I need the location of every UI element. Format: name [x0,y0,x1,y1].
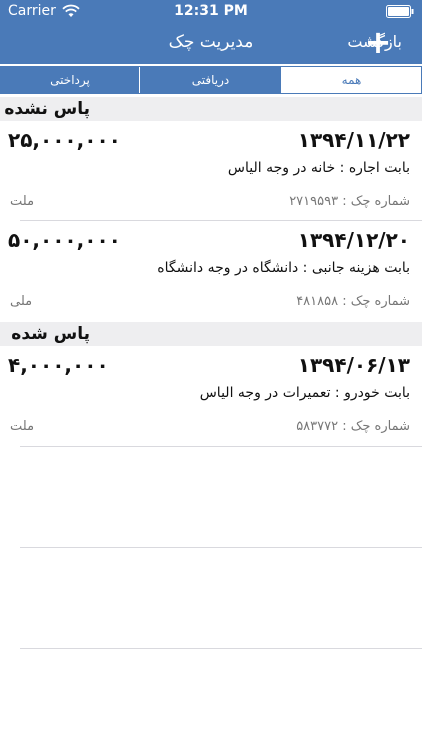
battery-icon [386,5,414,18]
check-number: شماره چک : ۵۸۳۷۷۲ [296,419,410,434]
section-header-passed: پاس شده [0,322,422,346]
status-time: 12:31 PM [174,3,248,19]
status-bar: Carrier 12:31 PM [0,0,422,22]
check-description: بابت هزینه جانبی : دانشگاه در وجه دانشگا… [157,260,410,276]
filter-segmented-control: پرداختی دریافتی همه [0,66,422,94]
check-row[interactable]: ۱۳۹۴/۰۶/۱۳ ۴,۰۰۰,۰۰۰ بابت خودرو : تعمیرا… [0,347,422,447]
check-bank: ملت [10,419,35,434]
row-separator [20,648,422,649]
check-amount: ۲۵,۰۰۰,۰۰۰ [8,128,121,152]
segment-received[interactable]: دریافتی [140,67,282,93]
segment-paid[interactable]: پرداختی [1,67,140,93]
back-button[interactable]: بازگشت [347,32,402,51]
check-bank: ملت [10,194,35,209]
section-title: پاس شده [11,324,90,344]
segment-all[interactable]: همه [282,67,421,93]
row-separator [20,547,422,548]
check-number: شماره چک : ۲۷۱۹۵۹۳ [289,194,410,209]
row-separator [20,446,422,447]
section-header-unpassed: پاس نشده [0,97,422,121]
nav-bar: + مدیریت چک بازگشت [0,22,422,64]
check-amount: ۴,۰۰۰,۰۰۰ [8,353,109,377]
check-row[interactable]: ۱۳۹۴/۱۱/۲۲ ۲۵,۰۰۰,۰۰۰ بابت اجاره : خانه … [0,122,422,222]
check-row[interactable]: ۱۳۹۴/۱۲/۲۰ ۵۰,۰۰۰,۰۰۰ بابت هزینه جانبی :… [0,222,422,322]
check-number: شماره چک : ۴۸۱۸۵۸ [296,294,410,309]
check-date: ۱۳۹۴/۰۶/۱۳ [297,353,410,377]
check-description: بابت خودرو : تعمیرات در وجه الیاس [199,385,410,401]
check-date: ۱۳۹۴/۱۲/۲۰ [297,228,410,252]
check-description: بابت اجاره : خانه در وجه الیاس [227,160,410,176]
header: Carrier 12:31 PM + مدیریت چک بازگشت [0,0,422,64]
check-date: ۱۳۹۴/۱۱/۲۲ [297,128,410,152]
section-title: پاس نشده [4,99,90,119]
check-amount: ۵۰,۰۰۰,۰۰۰ [8,228,121,252]
row-separator [20,220,422,221]
check-bank: ملی [10,294,33,309]
